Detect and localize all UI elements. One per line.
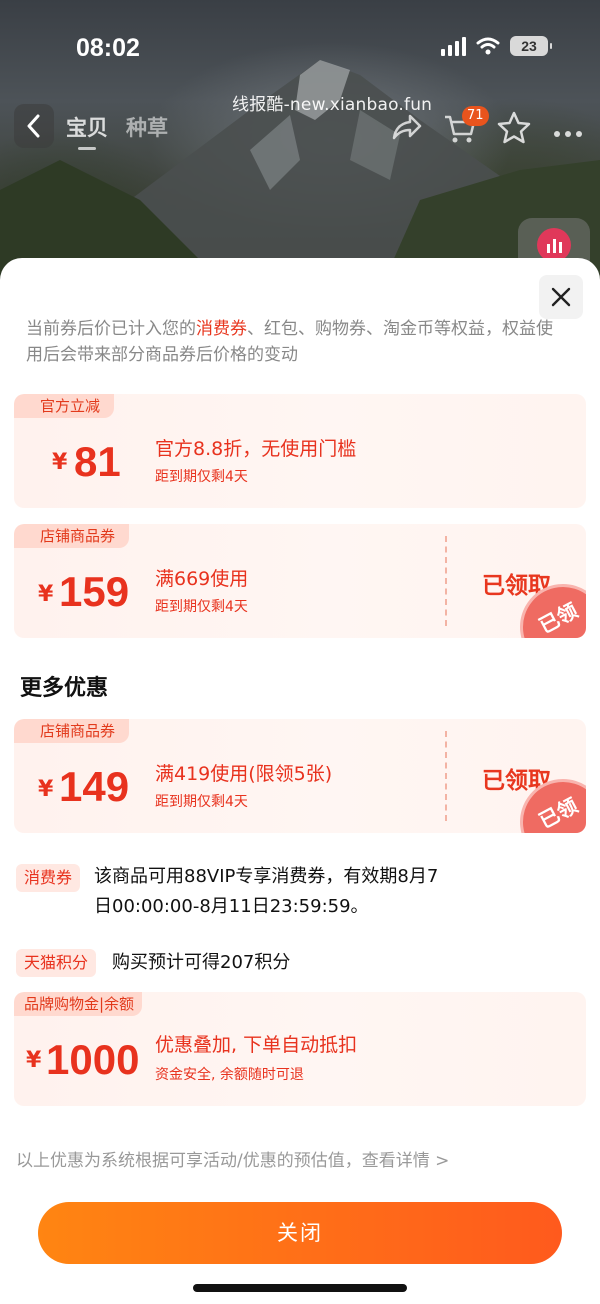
coupon-store-159: 店铺商品券 ¥ 159 满669使用 距到期仅剩4天 已领取 已领 — [14, 524, 586, 638]
coupon-amount: 81 — [74, 438, 121, 485]
view-details-link[interactable]: 以上优惠为系统根据可享活动/优惠的预估值，查看详情 > — [16, 1146, 449, 1171]
signal-icon — [441, 36, 466, 56]
cart-count-badge: 71 — [462, 106, 489, 126]
notice-highlight: 消费券 — [196, 319, 247, 339]
status-icons: 23 — [441, 36, 552, 56]
coupon-divider — [445, 536, 447, 626]
coupon-store-149: 店铺商品券 ¥ 149 满419使用(限领5张) 距到期仅剩4天 已领取 已领 — [14, 719, 586, 833]
coupon-currency: ¥ — [38, 582, 54, 607]
product-image-background: 08:02 23 宝贝 种草 71 线报酷-new.xianbao.fun — [0, 0, 600, 290]
coupon-currency: ¥ — [38, 777, 54, 802]
more-icon[interactable] — [548, 108, 588, 148]
balance-amount: 1000 — [46, 1036, 140, 1083]
tmall-points-text: 购买预计可得207积分 — [112, 952, 291, 973]
coupon-amount: 159 — [59, 568, 130, 615]
balance-sub: 资金安全, 余额随时可退 — [155, 1067, 304, 1083]
consume-voucher-line1: 该商品可用88VIP专享消费券，有效期8月7 — [94, 866, 439, 887]
notice-prefix: 当前券后价已计入您的 — [26, 319, 196, 339]
coupon-official-discount: 官方立减 ¥ 81 官方8.8折，无使用门槛 距到期仅剩4天 — [14, 394, 586, 508]
coupon-tag: 官方立减 — [14, 394, 115, 418]
tmall-points-badge: 天猫积分 — [16, 949, 97, 977]
consume-voucher-badge: 消费券 — [16, 864, 81, 892]
balance-currency: ¥ — [26, 1048, 42, 1073]
back-button[interactable] — [14, 104, 54, 148]
home-indicator — [193, 1284, 407, 1292]
brand-balance-card: 品牌购物金|余额 ¥ 1000 优惠叠加, 下单自动抵扣 资金安全, 余额随时可… — [14, 992, 586, 1106]
more-offers-title: 更多优惠 — [20, 676, 109, 701]
close-button[interactable]: 关闭 — [38, 1202, 562, 1264]
coupon-amount: 149 — [59, 763, 130, 810]
coupon-tag: 店铺商品券 — [14, 719, 130, 743]
star-favorite-icon[interactable] — [494, 108, 534, 148]
watermark-text: 线报酷-new.xianbao.fun — [232, 95, 433, 115]
coupon-expiry: 距到期仅剩4天 — [155, 599, 248, 615]
coupon-tag: 店铺商品券 — [14, 524, 130, 548]
coupon-expiry: 距到期仅剩4天 — [155, 794, 248, 810]
tab-grass[interactable]: 种草 — [126, 112, 168, 142]
coupon-title: 满669使用 — [155, 568, 249, 590]
wifi-icon — [476, 37, 500, 55]
coupon-title: 官方8.8折，无使用门槛 — [155, 438, 357, 460]
coupon-divider — [445, 731, 447, 821]
battery-icon: 23 — [510, 36, 552, 56]
tab-item[interactable]: 宝贝 — [66, 112, 108, 150]
coupon-title: 满419使用(限领5张) — [155, 763, 333, 785]
status-bar: 08:02 23 — [0, 0, 600, 92]
status-time: 08:02 — [76, 34, 140, 62]
consume-voucher-text: 该商品可用88VIP专享消费券，有效期8月7 日00:00:00-8月11日23… — [94, 862, 574, 922]
chevron-left-icon — [27, 114, 40, 138]
chart-icon — [537, 228, 571, 262]
consume-voucher-line2: 日00:00:00-8月11日23:59:59。 — [94, 896, 369, 917]
close-sheet-button[interactable] — [539, 275, 583, 319]
coupon-expiry: 距到期仅剩4天 — [155, 469, 248, 485]
price-notice: 当前券后价已计入您的消费券、红包、购物券、淘金币等权益，权益使用后会带来部分商品… — [26, 316, 566, 368]
coupon-currency: ¥ — [52, 450, 68, 475]
balance-tag: 品牌购物金|余额 — [14, 992, 143, 1016]
balance-title: 优惠叠加, 下单自动抵扣 — [155, 1034, 358, 1056]
close-icon — [551, 287, 571, 307]
discount-detail-sheet: 当前券后价已计入您的消费券、红包、购物券、淘金币等权益，权益使用后会带来部分商品… — [0, 258, 600, 1304]
